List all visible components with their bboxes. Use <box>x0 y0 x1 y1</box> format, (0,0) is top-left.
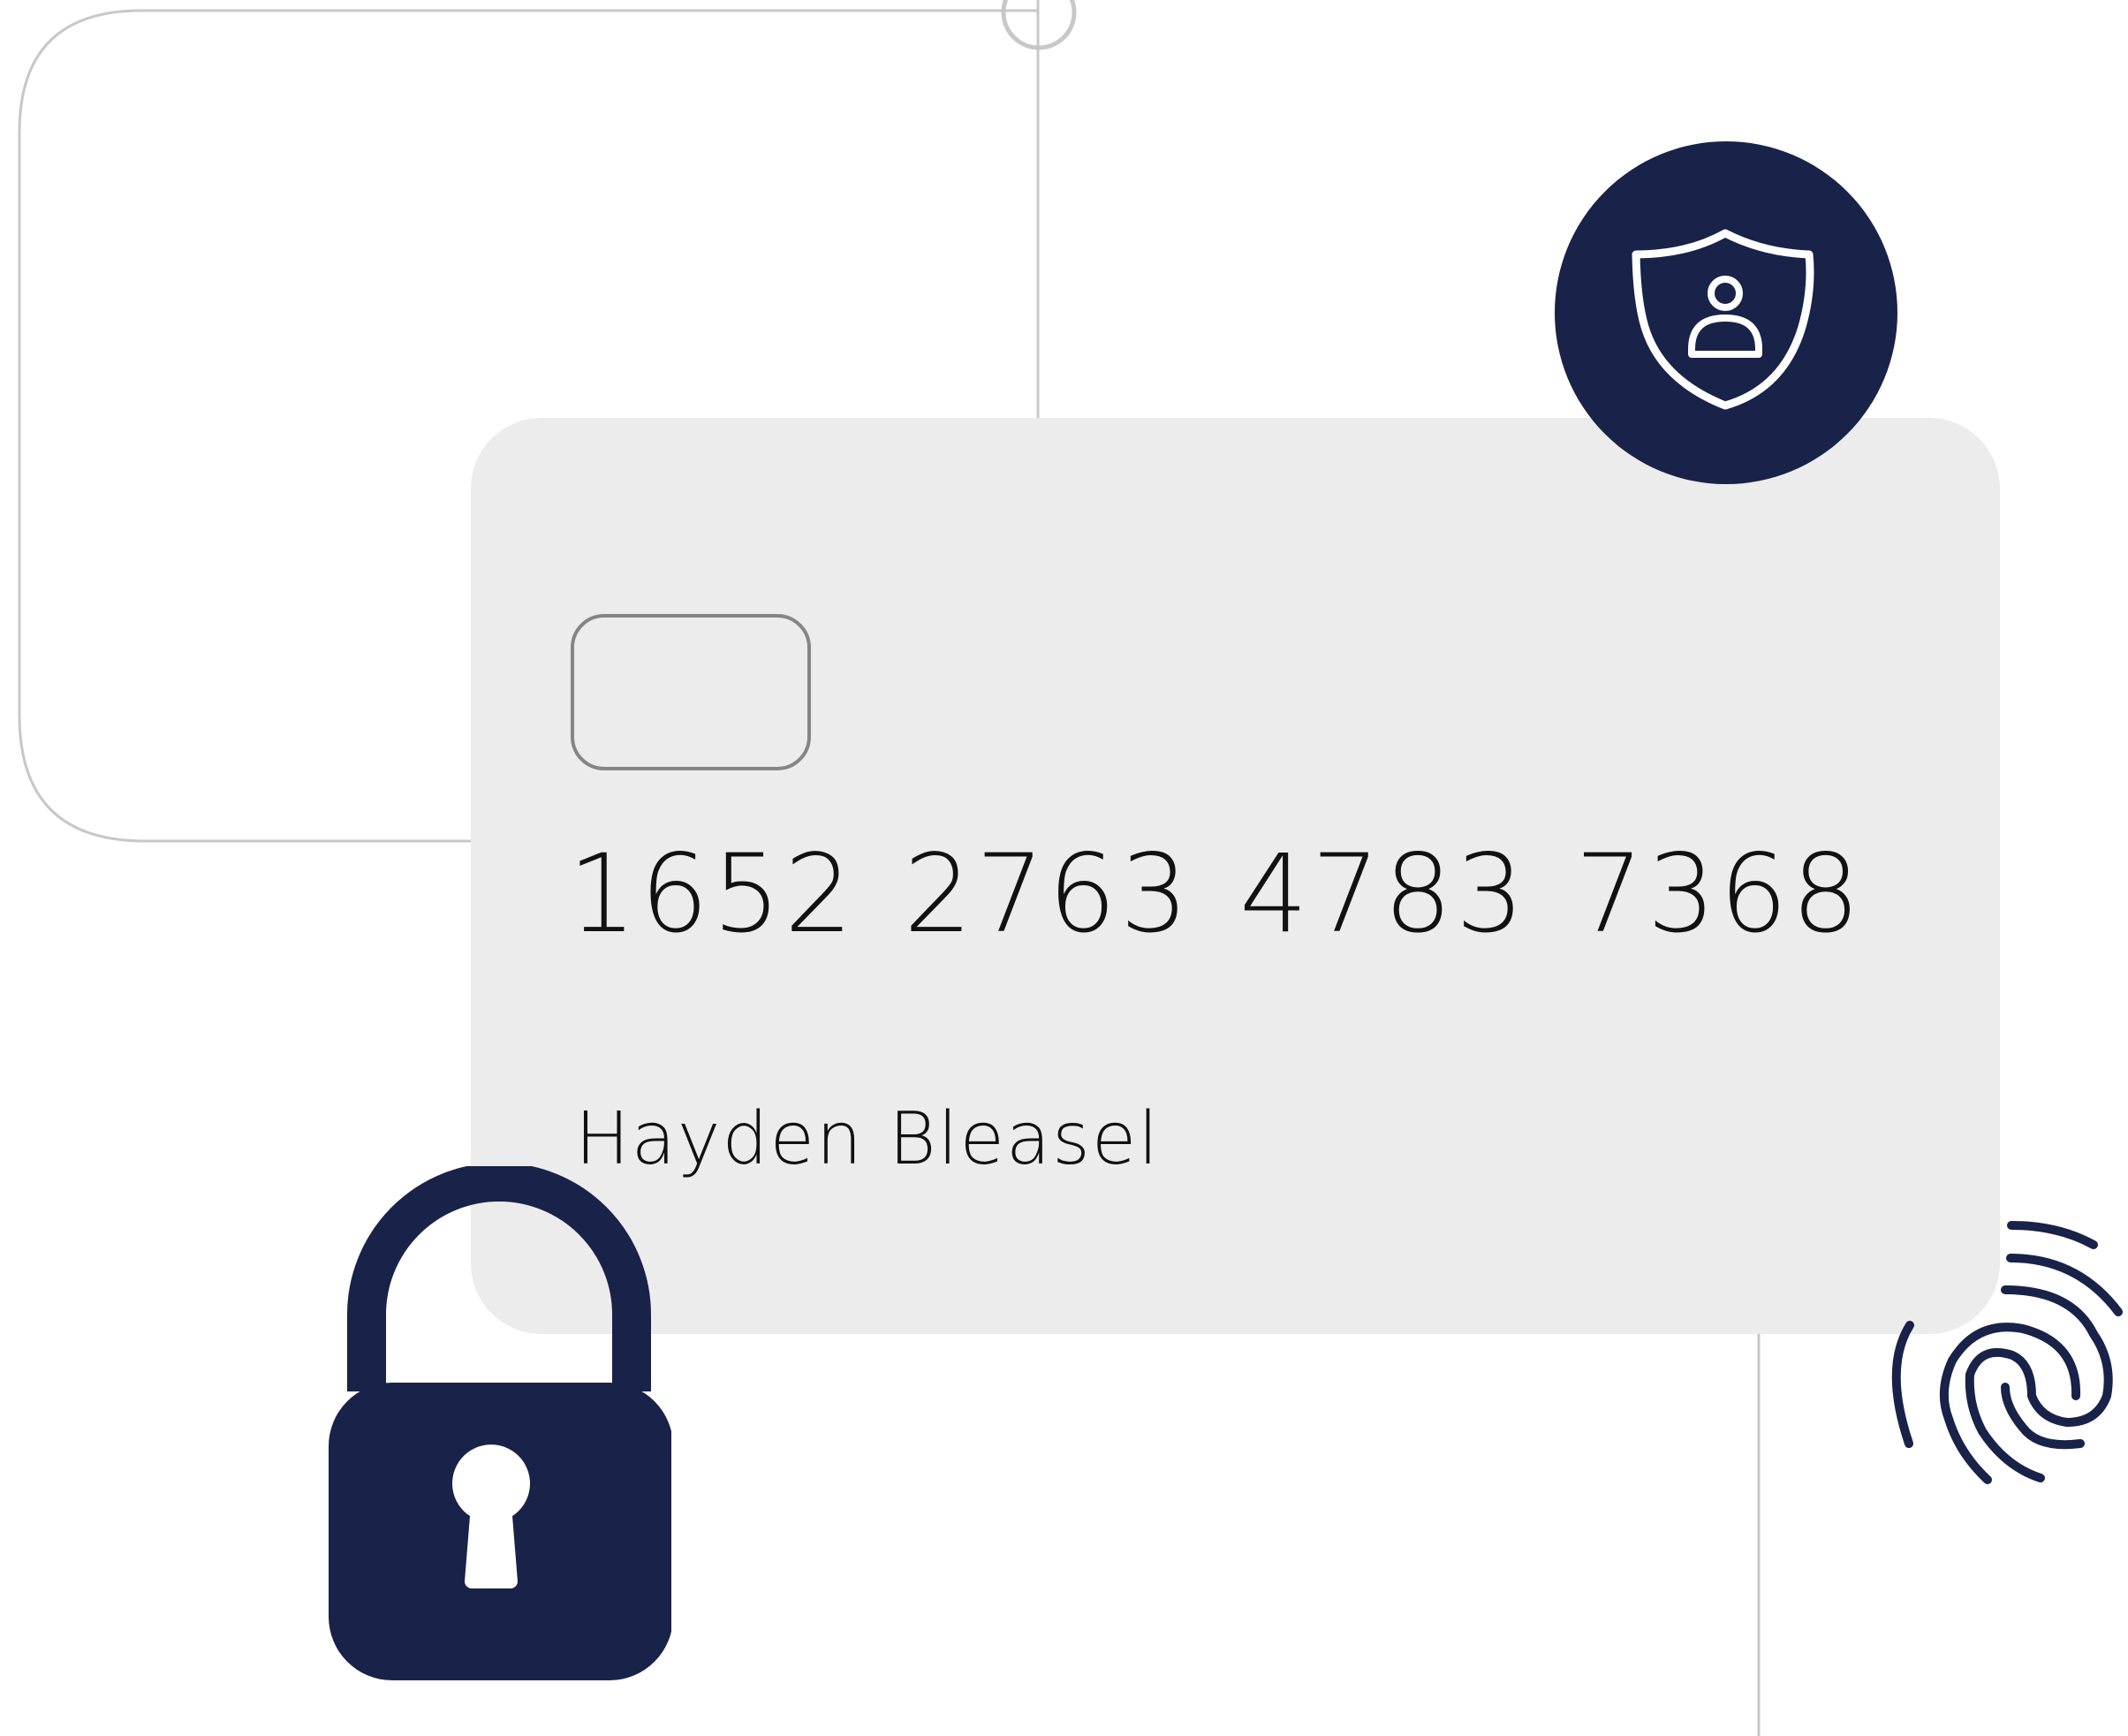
card-chip-icon <box>571 614 811 770</box>
shield-user-icon <box>1632 229 1814 410</box>
fingerprint-icon <box>1891 1221 2123 1484</box>
card-number-group-3: 4783 <box>1239 831 1528 957</box>
card-number-group-1: 1652 <box>568 831 857 957</box>
card-holder-name: Hayden Bleasel <box>575 1097 1161 1181</box>
credit-card: 1652 2763 4783 7368 Hayden Bleasel <box>471 418 2000 1334</box>
security-badge <box>1555 141 1897 484</box>
card-number-group-2: 2763 <box>904 831 1193 957</box>
card-number: 1652 2763 4783 7368 <box>568 840 1911 948</box>
card-number-group-4: 7368 <box>1575 831 1864 957</box>
padlock-icon <box>329 1166 671 1680</box>
